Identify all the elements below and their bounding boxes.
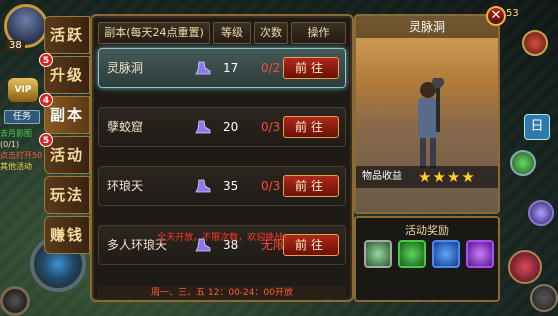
activity-side-tabs: 活跃 5 升级 4 副本 5 活动 玩法 赚钱: [39, 16, 90, 256]
skill-icon[interactable]: [530, 284, 558, 312]
go-button[interactable]: 前往: [283, 175, 339, 197]
vip-button[interactable]: VIP: [8, 78, 38, 102]
right-hud: 53 日: [504, 0, 558, 316]
preview-scene: [356, 38, 498, 172]
tab-active[interactable]: 活跃: [44, 16, 90, 54]
dungeon-name: 灵脉洞: [107, 61, 144, 75]
header-level: 等级: [213, 22, 251, 44]
header-count: 次数: [254, 22, 288, 44]
tab-label: 赚钱: [49, 226, 84, 244]
table-row[interactable]: 孽蛟窟 20 0/3 前往: [98, 107, 346, 147]
schedule-note: 周一、三、五 12：00-24：00开放: [98, 286, 346, 300]
notification-badge: 5: [39, 133, 53, 147]
attack-icon[interactable]: [508, 250, 542, 284]
header-dungeon: 副本(每天24点重置): [98, 22, 210, 44]
notification-badge: 5: [39, 53, 53, 67]
preview-title: 灵脉洞: [356, 16, 498, 38]
table-row[interactable]: 环琅天 35 0/3 前往: [98, 166, 346, 206]
boot-icon: [195, 61, 211, 75]
tab-label: 活跃: [49, 26, 84, 44]
go-button[interactable]: 前往: [283, 116, 339, 138]
skill-icon[interactable]: [510, 150, 536, 176]
go-button[interactable]: 前往: [283, 57, 339, 79]
skill-orb-icon[interactable]: [0, 286, 30, 316]
dungeon-preview: 灵脉洞 物品收益 ★★★★: [354, 14, 500, 214]
menu-icon[interactable]: 日: [524, 114, 550, 140]
close-button[interactable]: ✕: [486, 6, 506, 26]
yield-bar: 物品收益 ★★★★: [356, 166, 498, 188]
dungeon-list: 灵脉洞 17 0/2 前往 孽蛟窟 20 0/3 前往 环琅天 35 0/3 前…: [98, 48, 346, 284]
tab-dungeon[interactable]: 4 副本: [39, 93, 90, 134]
tab-label: 玩法: [49, 186, 84, 204]
dungeon-panel: 副本(每天24点重置) 等级 次数 操作 灵脉洞 17 0/2 前往 孽蛟窟 2…: [90, 14, 354, 302]
reward-rune-icon[interactable]: [432, 240, 460, 268]
tab-activity[interactable]: 5 活动: [39, 133, 90, 174]
task-button[interactable]: 任务: [4, 110, 40, 124]
reward-rune-icon[interactable]: [466, 240, 494, 268]
event-icon[interactable]: [522, 30, 548, 56]
yield-label: 物品收益: [362, 171, 402, 182]
boot-icon: [195, 120, 211, 134]
boot-icon: [195, 179, 211, 193]
gold-counter: 53: [506, 8, 519, 19]
reward-rune-icon[interactable]: [398, 240, 426, 268]
tab-label: 副本: [49, 106, 84, 124]
reward-items: [364, 240, 494, 268]
table-header: 副本(每天24点重置) 等级 次数 操作: [98, 22, 346, 44]
tab-gameplay[interactable]: 玩法: [44, 176, 90, 214]
star-rating-icon: ★★★★: [418, 168, 476, 186]
tab-label: 升级: [49, 66, 84, 84]
dungeon-count: 0/2: [261, 61, 281, 75]
rewards-title: 活动奖励: [405, 224, 449, 237]
dungeon-level: 20: [223, 120, 239, 134]
dungeon-count: 0/3: [261, 179, 281, 193]
activity-rewards: 活动奖励: [354, 216, 500, 302]
dungeon-count: 0/3: [261, 120, 281, 134]
player-level: 38: [6, 40, 25, 51]
boss-figure-icon: [418, 78, 444, 168]
dungeon-name: 环琅天: [107, 179, 144, 193]
tab-levelup[interactable]: 5 升级: [39, 53, 90, 94]
tab-label: 活动: [49, 146, 84, 164]
header-action: 操作: [291, 22, 346, 44]
dungeon-name: 孽蛟窟: [107, 120, 144, 134]
dungeon-level: 17: [223, 61, 239, 75]
dungeon-level: 35: [223, 179, 239, 193]
reward-rune-icon[interactable]: [364, 240, 392, 268]
row-note: 全天开放，不限次数，欢迎挑战!: [157, 233, 287, 243]
skill-icon[interactable]: [528, 200, 554, 226]
table-row[interactable]: 灵脉洞 17 0/2 前往: [98, 48, 346, 88]
tab-earn-money[interactable]: 赚钱: [44, 216, 90, 254]
notification-badge: 4: [39, 93, 53, 107]
